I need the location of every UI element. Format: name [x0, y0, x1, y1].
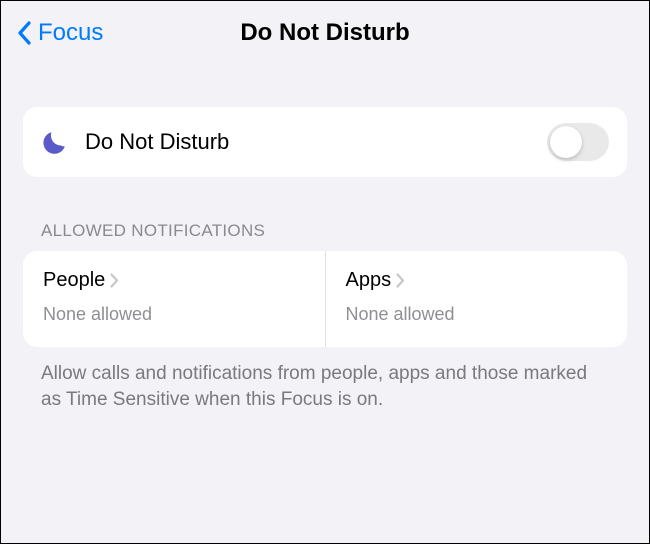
page-title: Do Not Disturb: [240, 19, 409, 47]
people-cell[interactable]: People None allowed: [23, 251, 326, 347]
content: Do Not Disturb Allowed Notifications Peo…: [1, 59, 649, 412]
people-status: None allowed: [43, 304, 305, 325]
chevron-left-icon: [17, 21, 32, 45]
footer-description: Allow calls and notifications from peopl…: [41, 361, 609, 412]
allowed-notifications-header: Allowed Notifications: [41, 221, 627, 241]
header: Focus Do Not Disturb: [1, 1, 649, 59]
people-title-row: People: [43, 269, 305, 292]
moon-icon: [41, 127, 71, 157]
back-label: Focus: [38, 19, 103, 47]
chevron-right-icon: [110, 273, 119, 288]
chevron-right-icon: [396, 273, 405, 288]
dnd-label: Do Not Disturb: [85, 129, 229, 155]
apps-cell[interactable]: Apps None allowed: [326, 251, 628, 347]
back-button[interactable]: Focus: [17, 19, 103, 47]
toggle-knob: [550, 126, 582, 158]
allowed-notifications-card: People None allowed Apps None allowed: [23, 251, 627, 347]
apps-title-row: Apps: [346, 269, 608, 292]
apps-status: None allowed: [346, 304, 608, 325]
dnd-toggle-row: Do Not Disturb: [23, 107, 627, 177]
dnd-toggle[interactable]: [547, 123, 609, 161]
dnd-row-left: Do Not Disturb: [41, 127, 229, 157]
apps-label: Apps: [346, 269, 392, 292]
people-label: People: [43, 269, 105, 292]
